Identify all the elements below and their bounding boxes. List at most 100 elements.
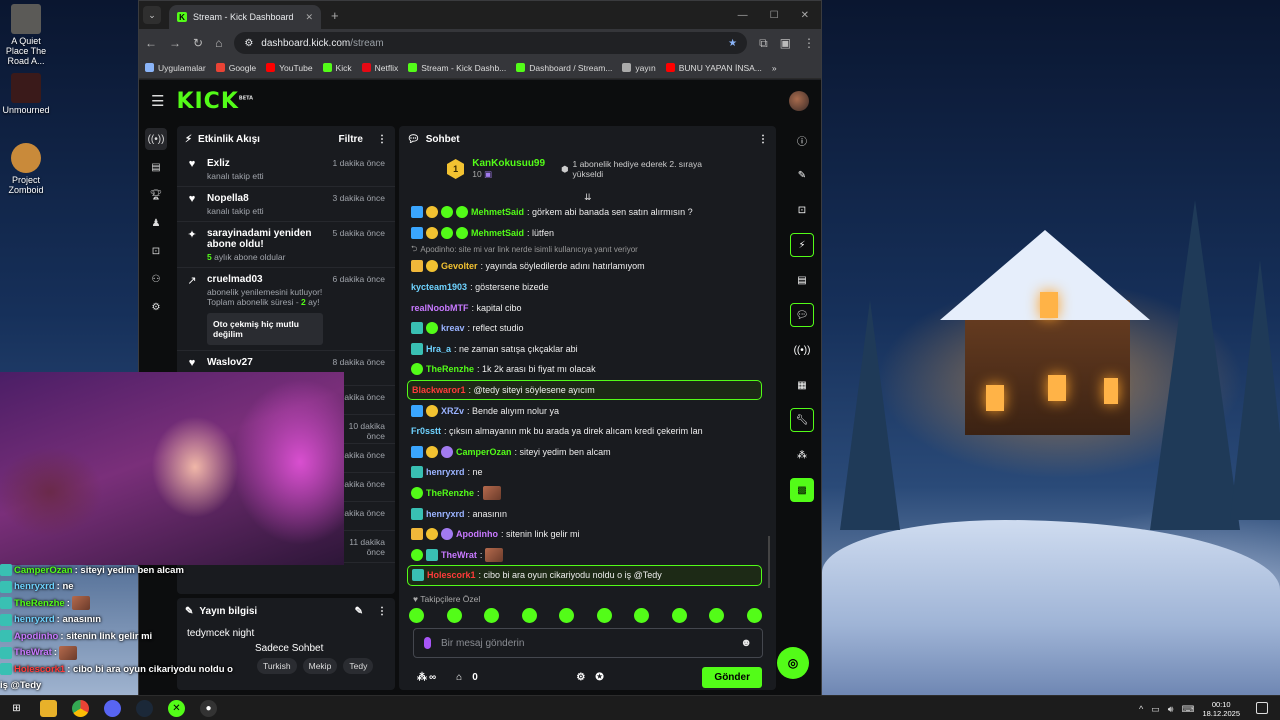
kick-logo[interactable]: KICKBETA [176,89,253,114]
file-explorer-icon[interactable] [40,699,57,717]
chat-username[interactable]: MehmetSaid [471,207,524,217]
site-info-icon[interactable]: ⚙ [244,38,253,49]
media-icon[interactable]: ▦ [790,373,814,397]
menu-icon[interactable]: ⋮ [803,36,815,50]
discord-icon[interactable] [104,699,121,717]
minimize-icon[interactable]: — [738,10,748,21]
tools-icon[interactable]: 🔧︎ [790,408,814,432]
chat-username[interactable]: MehmetSaid [471,228,524,238]
chat-scrollbar[interactable] [768,536,770,588]
chat-username[interactable]: kreav [441,323,465,333]
tab-search-button[interactable]: ⌄ [143,6,161,24]
maximize-icon[interactable]: ☐ [770,10,779,21]
chat-username[interactable]: henryxrd [426,509,465,519]
bookmark-item[interactable]: YouTube [266,63,313,73]
trophy-icon[interactable]: 🏆︎ [145,184,167,206]
settings-icon[interactable]: ⚙ [145,296,167,318]
chat-message[interactable]: realNoobMTF: kapital cibo [407,297,762,318]
chat-message[interactable]: TheRenzhe: 1k 2k arası bi fiyat mı olaca… [407,359,762,380]
share-icon[interactable]: ⁂ [790,443,814,467]
chat-message[interactable]: henryxrd: anasının [407,503,762,524]
more-icon[interactable]: ⋮ [377,134,387,145]
mod-icon[interactable]: ✪ [595,672,603,683]
bookmark-item[interactable]: Dashboard / Stream... [516,63,612,73]
chat-username[interactable]: TheRenzhe [426,488,474,498]
chat-message[interactable]: Hra_a: ne zaman satışa çıkçaklar abi [407,339,762,360]
community-icon[interactable]: ♟︎ [145,212,167,234]
chat-message[interactable]: MehmetSaid: lütfen [407,223,762,244]
emote-icon[interactable] [446,608,462,623]
broadcast-icon[interactable]: ((•)) [145,128,167,150]
emote-icon[interactable] [559,608,575,623]
chat-username[interactable]: TheWrat [441,550,477,560]
chat-username[interactable]: Holescork1 [427,570,476,580]
emote-icon[interactable] [596,608,612,623]
desktop-icon-project-zomboid[interactable]: Project Zomboid [0,143,52,195]
mic-icon[interactable] [424,637,431,649]
chat-message[interactable]: TheRenzhe: [407,483,762,504]
chat-username[interactable]: TheRenzhe [426,364,474,374]
notes-icon[interactable]: ▤ [790,268,814,292]
activity-item[interactable]: ↗ cruelmad03 abonelik yenilemesini kutluyo… [177,268,395,351]
capture-icon[interactable]: ⊡ [145,240,167,262]
chat-message[interactable]: Blackwaror1: @tedy siteyi söylesene ayıc… [407,379,762,401]
tab-kick-dashboard[interactable]: K Stream - Kick Dashboard ✕ [169,5,321,29]
bookmark-star-icon[interactable]: ★ [728,38,737,49]
top-gifter-name[interactable]: KanKokusuu99 [472,158,545,169]
chat-message[interactable]: Apodinho: sitenin link gelir mi [407,524,762,545]
chat-username[interactable]: Fr0sstt [411,426,441,436]
bookmark-item[interactable]: Stream - Kick Dashb... [408,63,506,73]
language-icon[interactable]: ⌨ [1181,704,1194,715]
chat-username[interactable]: Apodinho [456,529,498,539]
clock[interactable]: 00:10 18.12.2025 [1202,700,1240,718]
chat-icon[interactable]: 💬︎ [790,303,814,327]
timer-icon[interactable]: ⌂ [456,672,462,683]
close-window-icon[interactable]: ✕ [801,10,809,21]
chat-username[interactable]: XRZv [441,406,464,416]
new-tab-button[interactable]: + [331,8,339,23]
network-icon[interactable]: ▭ [1151,704,1160,715]
activity-item[interactable]: ✦ sarayinadami yeniden abone oldu! 5 aylık… [177,222,395,268]
reload-icon[interactable]: ↻ [193,36,203,50]
chat-message[interactable]: Fr0sstt: çıksın almayanın mk bu arada ya… [407,421,762,442]
more-bookmarks-icon[interactable]: » [772,63,777,73]
clip-icon[interactable]: ⊡ [790,198,814,222]
hamburger-menu-icon[interactable]: ☰ [151,92,164,110]
profile-icon[interactable]: ▣ [780,36,791,50]
back-icon[interactable]: ← [145,36,157,50]
bookmark-item[interactable]: BUNU YAPAN İNSA... [665,63,762,73]
chevron-up-icon[interactable]: ^ [1139,704,1143,714]
bookmark-item[interactable]: Kick [322,63,352,73]
emote-icon[interactable] [746,608,762,623]
chat-username[interactable]: Hra_a [426,344,451,354]
chat-username[interactable]: Gevolter [441,261,478,271]
support-headset-icon[interactable]: ◎ [777,647,809,679]
emote-icon[interactable] [521,608,537,623]
more-icon[interactable]: ⋮ [377,606,387,617]
send-button[interactable]: Gönder [702,667,762,688]
chat-username[interactable]: realNoobMTF [411,303,469,313]
xbox-icon[interactable]: ✕ [168,699,185,717]
obs-icon[interactable]: ● [200,699,217,717]
chat-username[interactable]: henryxrd [426,467,465,477]
forward-icon[interactable]: → [169,36,181,50]
desktop-icon-quiet-place[interactable]: A Quiet Place The Road A... [0,4,52,66]
chat-username[interactable]: CamperOzan [456,447,512,457]
bookmark-item[interactable]: Google [215,63,256,73]
bookmark-item[interactable]: Uygulamalar [145,63,206,73]
clapper-icon[interactable]: ▩ [790,478,814,502]
address-bar[interactable]: ⚙ dashboard.kick.com/stream ★ [234,32,748,54]
chat-message[interactable]: kycteam1903: göstersene bizede [407,277,762,298]
home-icon[interactable]: ⌂ [215,36,222,50]
bookmark-item[interactable]: Netflix [361,63,398,73]
chat-message[interactable]: kreav: reflect studio [407,318,762,339]
chrome-icon[interactable] [72,699,89,717]
chat-username[interactable]: Blackwaror1 [412,385,466,395]
pencil-icon[interactable]: ✎ [790,163,814,187]
more-icon[interactable]: ⋮ [758,134,768,145]
windows-start-icon[interactable]: ⊞ [8,700,25,717]
steam-icon[interactable] [136,699,153,717]
emote-icon[interactable] [671,608,687,623]
chat-message[interactable]: CamperOzan: siteyi yedim ben alcam [407,442,762,463]
lightning-icon[interactable]: ⚡︎ [790,233,814,257]
